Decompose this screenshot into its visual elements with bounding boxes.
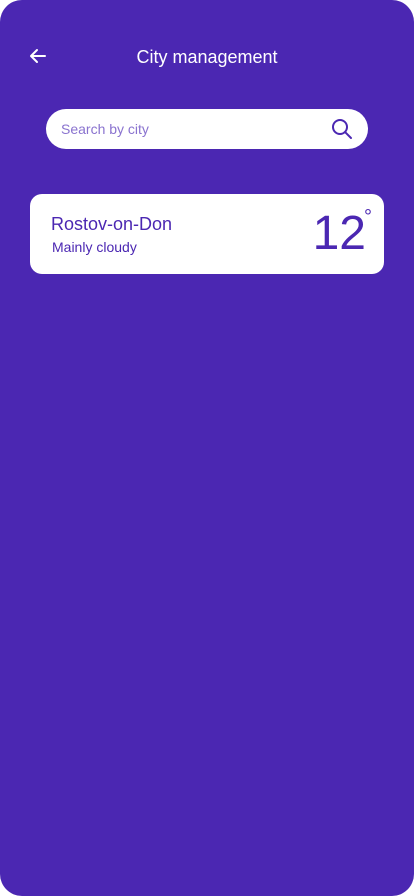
search-input[interactable] [61, 109, 311, 149]
city-management-screen: City management Rostov-on-Don Mainly clo… [0, 0, 414, 896]
city-card[interactable]: Rostov-on-Don Mainly cloudy 12 ° [30, 194, 384, 274]
header: City management [0, 38, 414, 74]
search-bar [46, 109, 368, 149]
degree-symbol: ° [364, 206, 372, 228]
search-icon [332, 119, 352, 139]
search-button[interactable] [330, 117, 354, 141]
city-name: Rostov-on-Don [51, 214, 173, 234]
weather-condition: Mainly cloudy [52, 239, 137, 255]
page-title: City management [136, 47, 278, 67]
temperature-value: 12 [312, 207, 366, 260]
